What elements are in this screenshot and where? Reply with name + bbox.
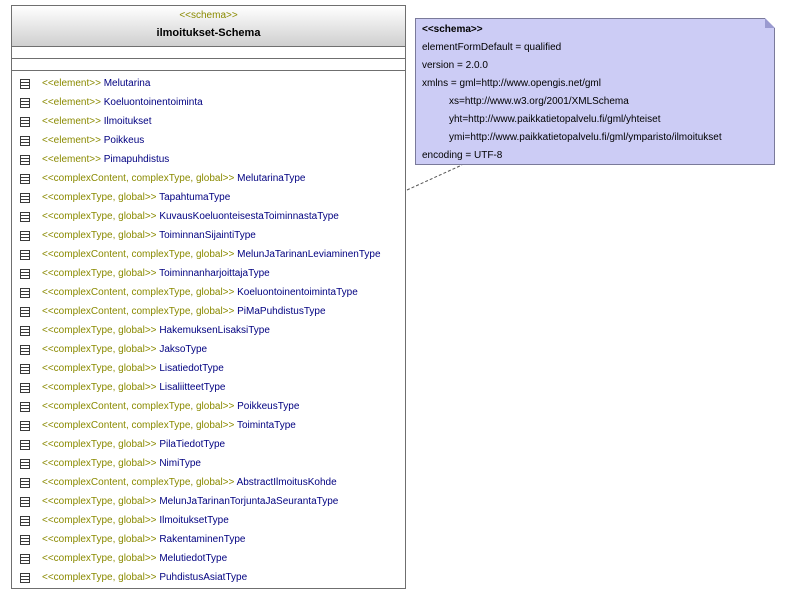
note-link-line <box>406 164 463 191</box>
note-line: encoding = UTF-8 <box>422 150 503 161</box>
note-line: xmlns = gml=http://www.opengis.net/gml <box>422 78 601 89</box>
note-line: elementFormDefault = qualified <box>422 42 562 53</box>
note-line: xs=http://www.w3.org/2001/XMLSchema <box>449 96 629 107</box>
note-line: version = 2.0.0 <box>422 60 488 71</box>
note-fold-corner <box>765 18 775 28</box>
schema-note[interactable]: <<schema>> elementFormDefault = qualifie… <box>415 18 775 165</box>
note-title: <<schema>> <box>422 24 483 35</box>
note-line: ymi=http://www.paikkatietopalvelu.fi/gml… <box>449 132 722 143</box>
note-line: yht=http://www.paikkatietopalvelu.fi/gml… <box>449 114 661 125</box>
